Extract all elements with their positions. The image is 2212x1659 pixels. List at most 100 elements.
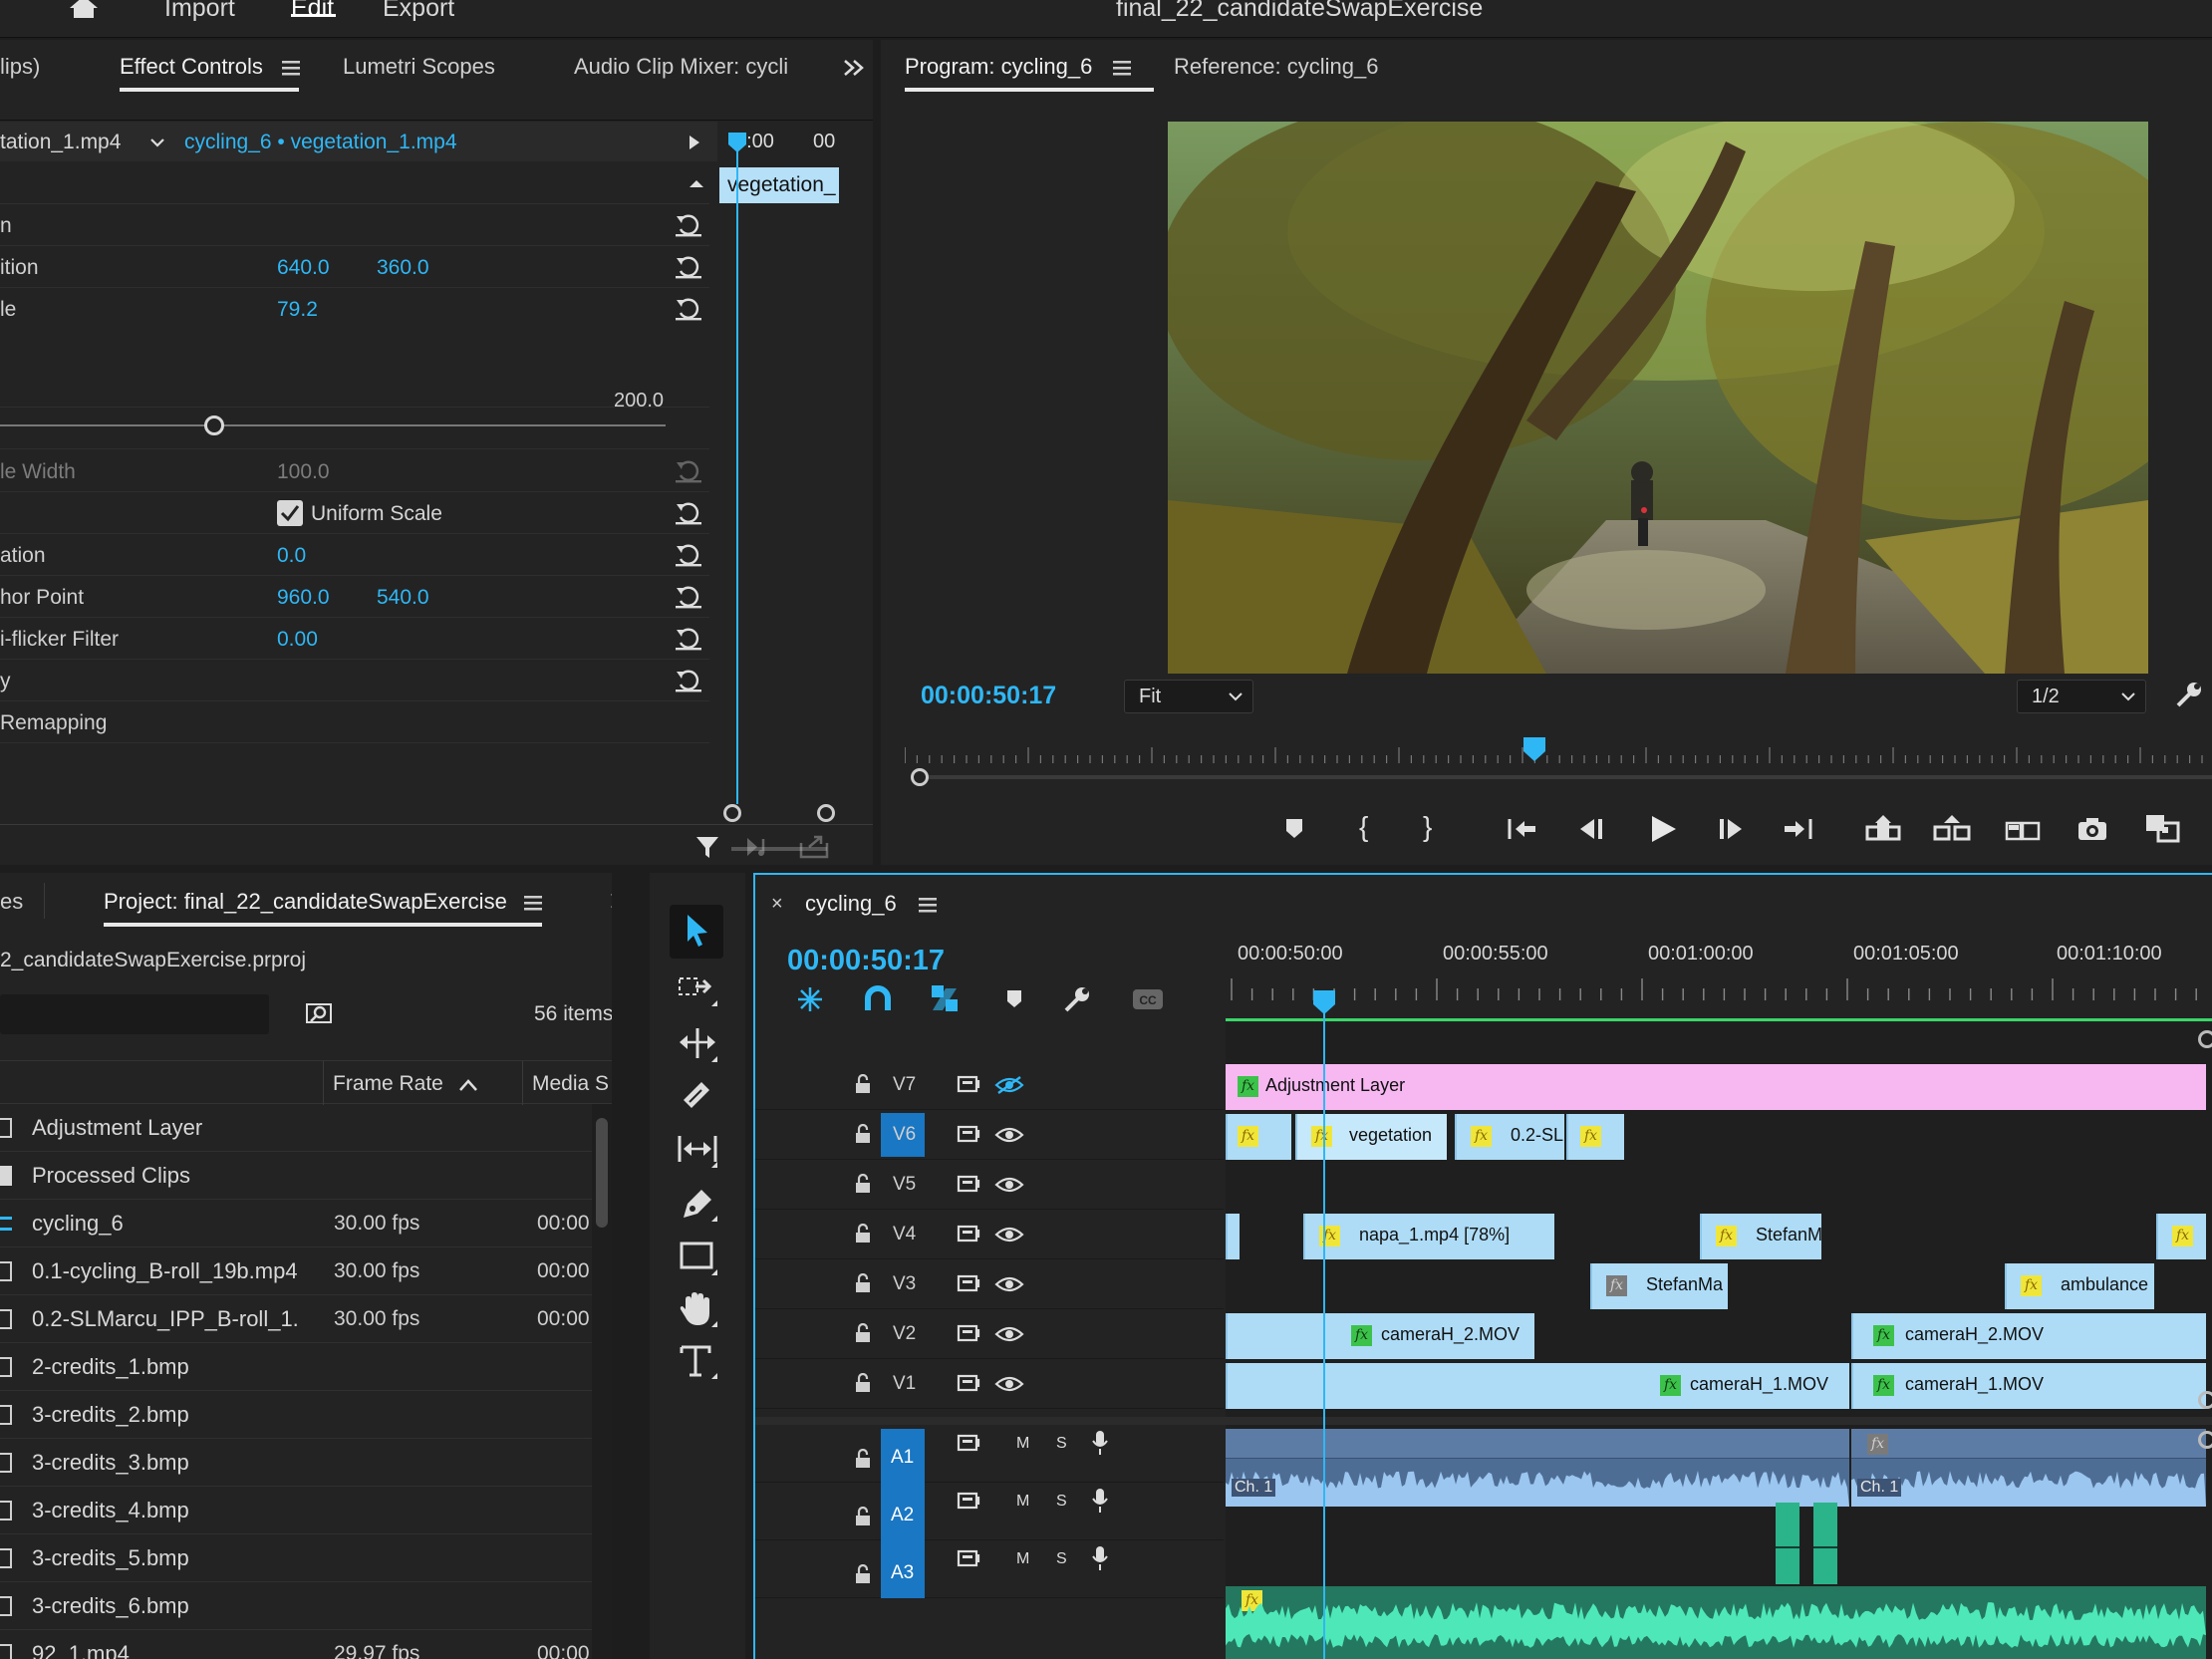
scale-slider-track[interactable] — [0, 424, 666, 426]
lock-icon[interactable] — [855, 1074, 871, 1094]
project-search-input[interactable] — [0, 994, 269, 1034]
pen-tool-icon[interactable] — [676, 1182, 719, 1226]
lock-icon[interactable] — [855, 1124, 871, 1144]
lock-icon[interactable] — [855, 1564, 871, 1584]
sequence-clip-name[interactable]: cycling_6 • vegetation_1.mp4 — [184, 131, 457, 154]
timeline-clip[interactable]: fx StefanMa — [1590, 1263, 1728, 1309]
uniform-scale-checkbox[interactable] — [277, 500, 303, 526]
timeline-timecode[interactable]: 00:00:50:17 — [787, 945, 945, 977]
tab-clips[interactable]: lips) — [0, 54, 40, 80]
program-playhead[interactable] — [1523, 737, 1545, 761]
export-icon[interactable] — [799, 833, 829, 859]
razor-tool-icon[interactable] — [676, 1076, 719, 1120]
project-list-item[interactable]: 3-credits_6.bmp — [0, 1582, 592, 1630]
lock-icon[interactable] — [855, 1373, 871, 1393]
snap-icon[interactable] — [863, 984, 893, 1014]
timeline-clip[interactable] — [1226, 1214, 1240, 1259]
track-name[interactable]: V4 — [893, 1224, 916, 1245]
zoom-scrollbar-track[interactable] — [911, 775, 2212, 779]
solo-button[interactable]: S — [1056, 1435, 1067, 1453]
work-area-bar[interactable] — [1226, 1018, 2212, 1021]
step-back-icon[interactable] — [1576, 815, 1606, 843]
go-to-in-icon[interactable] — [1507, 815, 1538, 843]
nav-edit[interactable]: Edit — [291, 0, 334, 23]
sort-ascending-icon[interactable] — [458, 1078, 478, 1092]
lock-icon[interactable] — [855, 1224, 871, 1244]
timeline-playhead[interactable] — [1313, 990, 1335, 1014]
lock-icon[interactable] — [855, 1449, 871, 1469]
track-name[interactable]: V2 — [893, 1323, 916, 1345]
panel-menu-icon[interactable] — [282, 60, 300, 76]
project-list-item[interactable]: Adjustment Layer — [0, 1104, 592, 1152]
program-timecode[interactable]: 00:00:50:17 — [921, 682, 1056, 710]
timeline-clip[interactable]: fx — [1226, 1114, 1291, 1160]
toggle-sync-lock-icon[interactable] — [957, 1273, 984, 1293]
play-icon[interactable] — [1648, 813, 1678, 845]
add-marker-icon[interactable] — [1004, 988, 1024, 1010]
audio-clip-a2[interactable] — [1813, 1503, 1837, 1584]
project-list-item[interactable]: 92_1.mp4 29.97 fps 00:00 — [0, 1630, 592, 1659]
column-media-start[interactable]: Media S — [532, 1072, 612, 1096]
toggle-sync-lock-icon[interactable] — [957, 1224, 984, 1244]
mic-icon[interactable] — [1090, 1544, 1110, 1572]
slip-tool-icon[interactable] — [676, 1128, 719, 1172]
column-frame-rate[interactable]: Frame Rate — [333, 1072, 443, 1096]
position-x-value[interactable]: 640.0 — [277, 256, 330, 280]
mic-icon[interactable] — [1090, 1429, 1110, 1457]
nav-export[interactable]: Export — [383, 0, 454, 23]
resolution-dropdown[interactable]: 1/2 — [2017, 680, 2146, 713]
mute-button[interactable]: M — [1016, 1435, 1029, 1453]
button-editor-icon[interactable] — [2144, 811, 2184, 845]
anti-flicker-value[interactable]: 0.00 — [277, 628, 318, 652]
video-frame[interactable] — [1168, 122, 2148, 674]
toggle-sync-lock-icon[interactable] — [957, 1124, 984, 1144]
timeline-clip[interactable]: fx ambulance — [2005, 1263, 2154, 1309]
scale-slider-handle[interactable] — [204, 415, 224, 435]
play-audio-icon[interactable] — [745, 835, 777, 859]
eye-icon[interactable] — [994, 1274, 1024, 1294]
reset-icon[interactable] — [674, 210, 703, 240]
program-scrub-ruler[interactable] — [905, 737, 2212, 777]
camera-icon[interactable] — [2076, 815, 2108, 843]
mic-icon[interactable] — [1090, 1487, 1110, 1515]
solo-button[interactable]: S — [1056, 1550, 1067, 1568]
reset-icon[interactable] — [674, 294, 703, 324]
linked-selection-icon[interactable] — [929, 982, 961, 1014]
project-scrollbar[interactable] — [592, 1104, 612, 1659]
timeline-clip[interactable]: fx cameraH_1.MOV — [1851, 1363, 2206, 1409]
track-name[interactable]: A1 — [891, 1447, 914, 1469]
lock-icon[interactable] — [855, 1507, 871, 1526]
anchor-x-value[interactable]: 960.0 — [277, 586, 330, 610]
eye-icon[interactable] — [994, 1225, 1024, 1244]
audio-clip-a1-b[interactable]: fx Ch. 1 — [1851, 1429, 2206, 1507]
extract-icon[interactable] — [1933, 813, 1971, 843]
vertical-zoom-handle[interactable] — [2198, 1030, 2212, 1048]
wrench-icon[interactable] — [1062, 984, 1092, 1014]
nest-icon[interactable] — [795, 984, 825, 1014]
track-name[interactable]: V7 — [893, 1074, 916, 1096]
tab-program[interactable]: Program: cycling_6 — [905, 54, 1092, 80]
project-list-item[interactable]: 2-credits_1.bmp — [0, 1343, 592, 1391]
project-list-item[interactable]: 3-credits_5.bmp — [0, 1534, 592, 1582]
fit-dropdown[interactable]: Fit — [1124, 680, 1253, 713]
timeline-clip[interactable]: fx cameraH_1.MOV — [1226, 1363, 1849, 1409]
tab-effect-controls[interactable]: Effect Controls — [120, 54, 263, 80]
audio-clip-a2[interactable] — [1776, 1503, 1799, 1584]
wrench-icon[interactable] — [2174, 680, 2204, 709]
eye-icon[interactable] — [994, 1324, 1024, 1344]
mark-in-icon[interactable]: { — [1359, 811, 1368, 843]
search-icon[interactable] — [305, 1000, 333, 1026]
eye-icon[interactable] — [994, 1374, 1024, 1394]
captions-icon[interactable]: CC — [1132, 988, 1164, 1010]
toggle-sync-lock-icon[interactable] — [957, 1373, 984, 1393]
timeline-clip[interactable]: fx 0.2-SL — [1455, 1114, 1564, 1160]
reset-icon[interactable] — [674, 252, 703, 282]
anchor-y-value[interactable]: 540.0 — [377, 586, 429, 610]
tab-lumetri-scopes[interactable]: Lumetri Scopes — [343, 54, 495, 80]
mute-button[interactable]: M — [1016, 1493, 1029, 1511]
timeline-clip[interactable]: fx cameraH_2.MOV — [1226, 1313, 1534, 1359]
mark-out-icon[interactable]: } — [1423, 811, 1432, 843]
toggle-sync-lock-icon[interactable] — [957, 1548, 984, 1568]
project-list-item[interactable]: 3-credits_4.bmp — [0, 1487, 592, 1534]
timeline-clip[interactable]: fx napa_1.mp4 [78%] — [1303, 1214, 1554, 1259]
